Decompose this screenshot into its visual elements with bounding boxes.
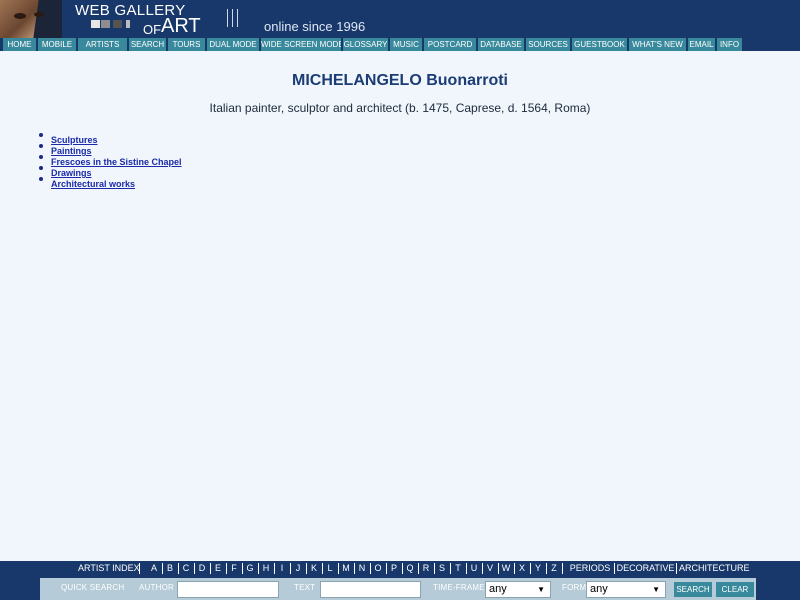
logo-square [101, 20, 110, 28]
letter-j-link[interactable]: J [291, 562, 305, 575]
nav-tours[interactable]: TOURS [168, 38, 205, 51]
list-item: Drawings [37, 163, 182, 178]
author-input[interactable] [177, 581, 279, 598]
clear-button[interactable]: CLEAR [716, 582, 754, 597]
nav-home[interactable]: HOME [3, 38, 36, 51]
artist-bio: Italian painter, sculptor and architect … [209, 101, 591, 115]
artist-index-bar: ARTIST INDEX ABCDEFGHIJKLMNOPQRSTUVWXYZP… [0, 561, 800, 576]
letter-f-link[interactable]: F [227, 562, 241, 575]
nav-postcard[interactable]: POSTCARD [424, 38, 476, 51]
text-input[interactable] [320, 581, 421, 598]
separator [139, 563, 140, 574]
nav-whats-new[interactable]: WHAT'S NEW [629, 38, 686, 51]
decorative-bars [227, 9, 239, 27]
timeframe-value: any [489, 583, 507, 595]
separator [614, 563, 615, 574]
nav-wide-screen-modes[interactable]: WIDE SCREEN MODES [261, 38, 341, 51]
architecture-link[interactable]: ARCHITECTURE [679, 562, 750, 575]
letter-c-link[interactable]: C [179, 562, 193, 575]
form-label: FORM [562, 583, 587, 592]
nav-guestbook[interactable]: GUESTBOOK [572, 38, 627, 51]
list-item: Architectural works [37, 174, 182, 189]
letter-w-link[interactable]: W [499, 562, 513, 575]
logo-title-art[interactable]: ART [161, 15, 201, 38]
letter-u-link[interactable]: U [467, 562, 481, 575]
letter-p-link[interactable]: P [387, 562, 401, 575]
letter-e-link[interactable]: E [211, 562, 225, 575]
logo-title-of[interactable]: OF [143, 22, 161, 37]
nav-dual-mode[interactable]: DUAL MODE [207, 38, 259, 51]
letter-l-link[interactable]: L [323, 562, 337, 575]
search-button[interactable]: SEARCH [674, 582, 712, 597]
letter-r-link[interactable]: R [419, 562, 433, 575]
letter-d-link[interactable]: D [195, 562, 209, 575]
letter-v-link[interactable]: V [483, 562, 497, 575]
timeframe-select[interactable]: any ▼ [485, 581, 551, 598]
logo-square [126, 20, 130, 28]
letter-k-link[interactable]: K [307, 562, 321, 575]
portrait-eye [34, 12, 44, 17]
artist-index-link[interactable]: ARTIST INDEX [78, 562, 140, 575]
letter-h-link[interactable]: H [259, 562, 273, 575]
logo-square [113, 20, 122, 28]
nav-database[interactable]: DATABASE [478, 38, 524, 51]
nav-mobile[interactable]: MOBILE [38, 38, 76, 51]
portrait-headwrap [33, 0, 62, 38]
separator [562, 563, 563, 574]
nav-search[interactable]: SEARCH [129, 38, 166, 51]
letter-t-link[interactable]: T [451, 562, 465, 575]
nav-sources[interactable]: SOURCES [526, 38, 570, 51]
separator [676, 563, 677, 574]
portrait-eye [14, 13, 26, 19]
works-list: Sculptures Paintings Frescoes in the Sis… [37, 130, 182, 189]
main-nav: HOME MOBILE ARTISTS SEARCH TOURS DUAL MO… [0, 38, 800, 51]
letter-s-link[interactable]: S [435, 562, 449, 575]
quick-search-panel: QUICK SEARCH AUTHOR TEXT TIME-FRAME any … [40, 578, 756, 600]
author-label: AUTHOR [139, 583, 174, 592]
form-value: any [590, 583, 608, 595]
quick-search-label: QUICK SEARCH [61, 583, 125, 592]
letter-g-link[interactable]: G [243, 562, 257, 575]
page-title: MICHELANGELO Buonarroti [292, 72, 508, 89]
letter-z-link[interactable]: Z [547, 562, 561, 575]
form-select[interactable]: any ▼ [586, 581, 666, 598]
nav-info[interactable]: INFO [717, 38, 742, 51]
tagline: online since 1996 [264, 19, 366, 34]
dropdown-arrow-icon: ▼ [652, 585, 660, 594]
logo-portrait-image[interactable] [0, 0, 62, 38]
letter-y-link[interactable]: Y [531, 562, 545, 575]
nav-music[interactable]: MUSIC [390, 38, 422, 51]
logo-square [91, 20, 100, 28]
letter-m-link[interactable]: M [339, 562, 353, 575]
nav-email[interactable]: EMAIL [688, 38, 715, 51]
letter-q-link[interactable]: Q [403, 562, 417, 575]
periods-link[interactable]: PERIODS [567, 562, 613, 575]
link-architectural-works[interactable]: Architectural works [51, 179, 135, 189]
letter-o-link[interactable]: O [371, 562, 385, 575]
list-item: Sculptures [37, 130, 182, 145]
list-item: Frescoes in the Sistine Chapel [37, 152, 182, 167]
timeframe-label: TIME-FRAME [433, 583, 485, 592]
site-header: WEB GALLERY OF ART online since 1996 [0, 0, 800, 38]
letter-a-link[interactable]: A [147, 562, 161, 575]
decorative-link[interactable]: DECORATIVE [616, 562, 675, 575]
dropdown-arrow-icon: ▼ [537, 585, 545, 594]
quick-search-bar: QUICK SEARCH AUTHOR TEXT TIME-FRAME any … [0, 576, 800, 600]
nav-artists[interactable]: ARTISTS [78, 38, 127, 51]
letter-x-link[interactable]: X [515, 562, 529, 575]
letter-n-link[interactable]: N [355, 562, 369, 575]
list-item: Paintings [37, 141, 182, 156]
text-label: TEXT [294, 583, 316, 592]
letter-i-link[interactable]: I [275, 562, 289, 575]
letter-b-link[interactable]: B [163, 562, 177, 575]
nav-glossary[interactable]: GLOSSARY [343, 38, 388, 51]
